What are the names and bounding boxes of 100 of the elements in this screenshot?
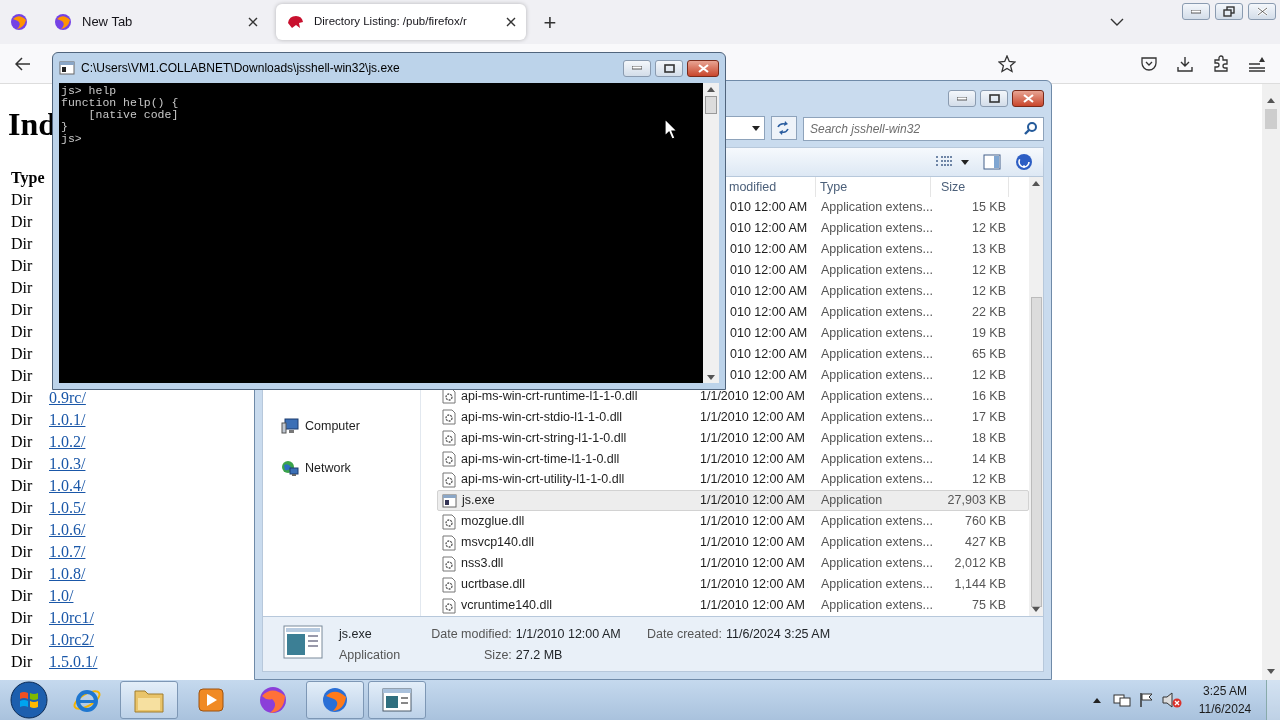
type-cell-text: Dir [11, 564, 34, 584]
close-button[interactable] [1012, 90, 1044, 107]
file-row[interactable]: 010 12:00 AM Application extens... 12 KB [729, 280, 1029, 302]
taskbar-button[interactable] [368, 681, 426, 719]
directory-link[interactable]: 1.0.3/ [49, 452, 86, 476]
file-row[interactable]: api-ms-win-crt-utility-l1-1-0.dll 1/1/2010 12:00 AM Application extens... 12 KB [437, 469, 1029, 491]
file-row[interactable]: 010 12:00 AM Application extens... 12 KB [729, 217, 1029, 239]
scroll-thumb[interactable] [705, 96, 717, 114]
directory-link[interactable]: 1.0.5/ [49, 496, 86, 520]
scrollbar[interactable] [1262, 84, 1280, 680]
search-field[interactable]: Search jsshell-win32 [803, 117, 1044, 141]
type-cell-text: Application extens... [820, 261, 932, 279]
file-row[interactable]: js.exe 1/1/2010 12:00 AM Application 27,903 KB [437, 490, 1029, 512]
file-row[interactable]: api-ms-win-crt-stdio-l1-1-0.dll 1/1/2010 12:00 AM Application extens... 17 KB [437, 406, 1029, 428]
date-cell-text: 010 12:00 AM [730, 282, 809, 300]
dropdown-caret-icon [752, 125, 760, 131]
file-row[interactable]: mozglue.dll 1/1/2010 12:00 AM Application extens... 760 KB [437, 511, 1029, 533]
download-icon [1177, 55, 1193, 72]
pocket-button[interactable] [1138, 56, 1160, 71]
dll-file-icon [442, 409, 456, 425]
type-cell-text: Dir [11, 542, 34, 562]
scroll-thumb[interactable] [1265, 109, 1277, 129]
directory-link[interactable]: 1.0.7/ [49, 540, 86, 564]
taskbar-button[interactable] [120, 681, 178, 719]
directory-link[interactable]: 1.5.0.1/ [49, 650, 98, 674]
directory-link[interactable]: 1.0/ [49, 584, 74, 608]
file-row[interactable]: 010 12:00 AM Application extens... 19 KB [729, 322, 1029, 344]
downloads-button[interactable] [1174, 55, 1196, 72]
maximize-icon [988, 94, 1000, 103]
directory-link[interactable]: 0.9rc/ [49, 386, 86, 410]
help-button[interactable] [1015, 153, 1033, 171]
menu-button[interactable] [1246, 55, 1268, 72]
browser-tab[interactable]: Directory Listing: /pub/firefox/r [276, 4, 526, 40]
help-icon [1015, 153, 1033, 171]
column-header[interactable]: Size [931, 177, 1009, 197]
size-cell-text: 75 KB [970, 597, 1007, 615]
new-tab-button[interactable]: + [532, 5, 568, 39]
pocket-icon [1141, 56, 1157, 71]
taskbar-button[interactable] [306, 681, 364, 719]
back-icon [15, 56, 31, 71]
file-name: api-ms-win-crt-string-l1-1-0.dll [461, 429, 627, 447]
nav-item[interactable]: Network [281, 457, 420, 479]
bookmark-star-button[interactable] [996, 54, 1018, 73]
column-header[interactable]: modified [729, 177, 816, 197]
clock-date: 11/6/2024 [1197, 701, 1253, 718]
type-cell-text: Application extens... [820, 555, 932, 573]
maximize-icon [663, 63, 675, 73]
firefox-icon [322, 687, 348, 713]
file-row[interactable]: 010 12:00 AM Application extens... 12 KB [729, 259, 1029, 281]
file-row[interactable]: 010 12:00 AM Application extens... 12 KB [729, 364, 1029, 386]
type-cell-text: Application extens... [820, 220, 932, 238]
file-row[interactable]: 010 12:00 AM Application extens... 13 KB [729, 238, 1029, 260]
scroll-thumb[interactable] [1030, 296, 1042, 607]
console-line: } [61, 121, 68, 133]
scroll-down-icon [1267, 669, 1275, 674]
close-icon [506, 17, 516, 27]
file-row[interactable]: 010 12:00 AM Application extens... 15 KB [729, 197, 1029, 218]
type-cell-text: Dir [11, 432, 34, 452]
console-line: [native code] [87, 109, 179, 121]
restore-button[interactable] [1215, 3, 1243, 20]
maximize-button[interactable] [655, 59, 683, 77]
file-name: api-ms-win-crt-time-l1-1-0.dll [461, 450, 620, 468]
directory-link[interactable]: 1.0rc2/ [49, 628, 94, 652]
file-row[interactable]: msvcp140.dll 1/1/2010 12:00 AM Application extens... 427 KB [437, 532, 1029, 554]
file-row[interactable]: api-ms-win-crt-string-l1-1-0.dll 1/1/2010 12:00 AM Application extens... 18 KB [437, 427, 1029, 449]
scrollbar[interactable] [1029, 177, 1043, 616]
address-field[interactable] [723, 116, 765, 140]
column-header[interactable]: Type [816, 177, 931, 197]
date-cell-text: 1/1/2010 12:00 AM [699, 450, 806, 468]
size-cell-text: 1,144 KB [953, 576, 1007, 594]
directory-link[interactable]: 1.0.6/ [49, 518, 86, 542]
directory-link[interactable]: 1.0.2/ [49, 430, 86, 454]
puzzle-piece-icon [1213, 55, 1229, 72]
file-row[interactable]: vcruntime140.dll 1/1/2010 12:00 AM Application extens... 75 KB [437, 595, 1029, 617]
refresh-button[interactable] [771, 116, 797, 140]
scrollbar[interactable] [703, 83, 719, 383]
file-row[interactable]: 010 12:00 AM Application extens... 65 KB [729, 343, 1029, 365]
directory-link[interactable]: 1.0.8/ [49, 562, 86, 586]
file-row[interactable]: api-ms-win-crt-time-l1-1-0.dll 1/1/2010 12:00 AM Application extens... 14 KB [437, 448, 1029, 470]
size-cell-text: 16 KB [970, 387, 1007, 405]
scroll-up-icon [1032, 181, 1040, 186]
directory-link[interactable]: 1.0.4/ [49, 474, 86, 498]
file-name: vcruntime140.dll [461, 597, 552, 615]
type-cell-text: Application extens... [820, 345, 932, 363]
file-row[interactable]: api-ms-win-crt-runtime-l1-1-0.dll 1/1/2010 12:00 AM Application extens... 16 KB [437, 385, 1029, 407]
minimize-button[interactable] [1182, 3, 1210, 20]
close-button[interactable] [687, 59, 719, 77]
size-cell-text: 13 KB [970, 241, 1007, 258]
view-options-button[interactable] [935, 155, 969, 169]
maximize-button[interactable] [980, 90, 1008, 107]
file-row[interactable]: ucrtbase.dll 1/1/2010 12:00 AM Application extens... 1,144 KB [437, 574, 1029, 596]
browser-tab[interactable]: New Tab [44, 4, 268, 40]
dll-file-icon [442, 450, 456, 467]
directory-link[interactable]: 1.0rc1/ [49, 606, 94, 630]
type-cell-text: Dir [11, 454, 34, 474]
directory-link[interactable]: 1.0.1/ [49, 408, 86, 432]
nav-item[interactable]: Computer [281, 415, 420, 437]
file-row[interactable]: 010 12:00 AM Application extens... 22 KB [729, 301, 1029, 323]
file-row[interactable]: nss3.dll 1/1/2010 12:00 AM Application extens... 2,012 KB [437, 553, 1029, 575]
firefox-icon [54, 13, 72, 31]
